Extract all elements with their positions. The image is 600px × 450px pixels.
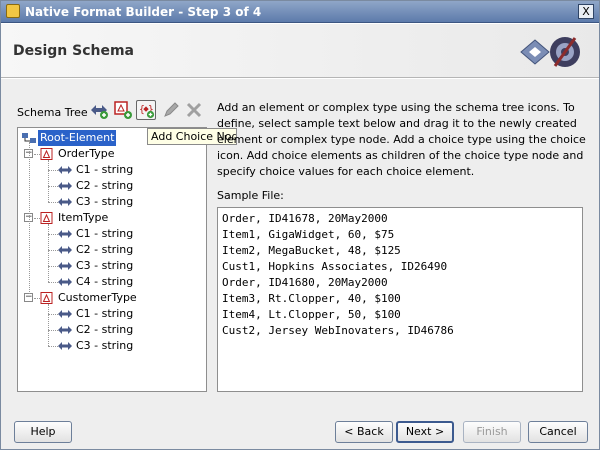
element-icon [58,276,72,288]
sample-line[interactable]: Item2, MegaBucket, 48, $125 [222,243,578,259]
tree-connector [48,330,58,331]
tree-connector [48,266,58,267]
tree-connector [48,304,49,346]
tree-connector [48,234,58,235]
sample-line[interactable]: Cust1, Hopkins Associates, ID26490 [222,259,578,275]
window-title: Native Format Builder - Step 3 of 4 [25,5,262,19]
builder-graphic-icon [520,37,580,67]
complex-type-icon [40,292,54,304]
tree-node-label: C3 - string [76,259,134,272]
wizard-header: Design Schema [1,24,599,78]
button-bar: Help < Back Next > Finish Cancel [1,415,599,449]
element-icon [58,228,72,240]
collapse-toggle[interactable]: − [24,293,33,302]
edit-icon[interactable] [161,100,181,120]
tree-node-label: Root-Element [38,130,117,146]
sample-line[interactable]: Order, ID41680, 20May2000 [222,275,578,291]
element-icon [58,180,72,192]
sample-line[interactable]: Cust2, Jersey WebInovaters, ID46786 [222,323,578,339]
add-complex-type-icon[interactable] [113,100,133,120]
next-button[interactable]: Next > [396,421,454,443]
schema-tree[interactable]: Root-Element − OrderType C1 - string C2 - st… [17,127,207,392]
tree-connector [48,346,58,347]
complex-type-icon [40,212,54,224]
wizard-window: Native Format Builder - Step 3 of 4 X De… [0,0,600,450]
complex-type-icon [40,148,54,160]
tree-connector [29,142,30,294]
element-icon [58,260,72,272]
delete-icon[interactable] [184,100,204,120]
add-element-icon[interactable] [89,100,109,120]
app-icon [6,4,20,18]
tree-connector [48,282,58,283]
tree-connector [48,224,49,282]
element-icon [58,164,72,176]
element-icon [58,196,72,208]
sample-line[interactable]: Order, ID41678, 20May2000 [222,211,578,227]
tree-node-label: C1 - string [76,163,134,176]
add-choice-icon[interactable]: { } [136,100,156,120]
tree-connector [48,250,58,251]
instructions-text: Add an element or complex type using the… [217,101,586,178]
close-button[interactable]: X [578,4,594,19]
sample-file-label: Sample File: [217,189,284,202]
back-button[interactable]: < Back [335,421,393,443]
schema-tree-label: Schema Tree [17,106,88,119]
help-button[interactable]: Help [14,421,72,443]
main-panel: Schema Tree { } Root-Element − OrderType C1… [1,79,599,415]
element-icon [58,340,72,352]
tree-connector [48,186,58,187]
page-title: Design Schema [13,43,134,59]
svg-text:{: { [139,105,145,116]
title-bar: Native Format Builder - Step 3 of 4 X [1,1,599,23]
element-icon [58,244,72,256]
tree-node-label: C2 - string [76,323,134,336]
tree-node-label: C1 - string [76,307,134,320]
element-icon [58,308,72,320]
tree-node-label: ItemType [58,211,109,224]
sample-line[interactable]: Item1, GigaWidget, 60, $75 [222,227,578,243]
finish-button[interactable]: Finish [463,421,521,443]
tree-node-label: C1 - string [76,227,134,240]
tree-connector [48,160,49,202]
tree-node-label: C4 - string [76,275,134,288]
tree-node-label: C3 - string [76,339,134,352]
tree-node-label: C3 - string [76,195,134,208]
tree-connector [48,314,58,315]
sample-file-text[interactable]: Order, ID41678, 20May2000 Item1, GigaWidg… [217,207,583,392]
sample-line[interactable]: Item3, Rt.Clopper, 40, $100 [222,291,578,307]
element-icon [58,324,72,336]
tree-connector [48,170,58,171]
tree-node-label: C2 - string [76,243,134,256]
tree-node-label: CustomerType [58,291,137,304]
tree-node-label: C2 - string [76,179,134,192]
cancel-button[interactable]: Cancel [528,421,588,443]
sample-line[interactable]: Item4, Lt.Clopper, 50, $100 [222,307,578,323]
tree-node-label: OrderType [58,147,115,160]
tree-connector [48,202,58,203]
